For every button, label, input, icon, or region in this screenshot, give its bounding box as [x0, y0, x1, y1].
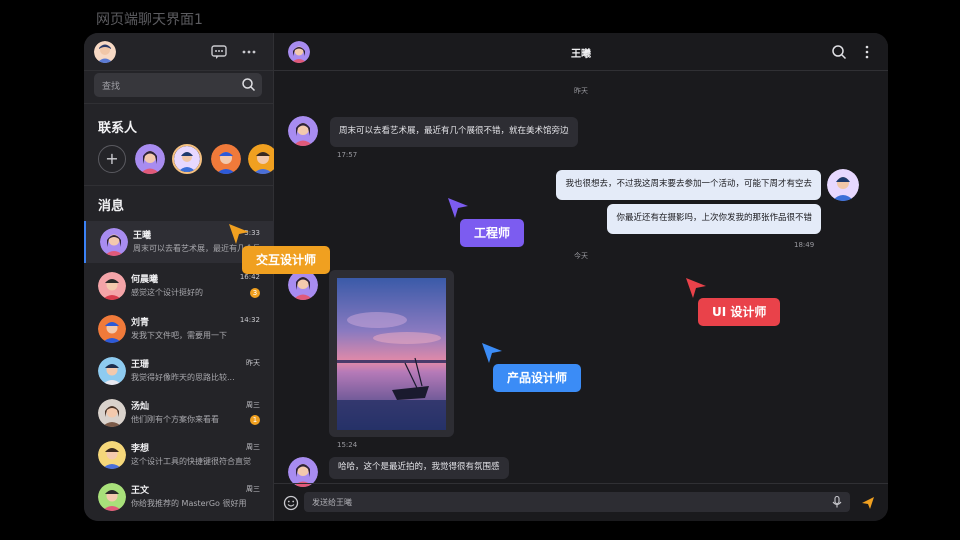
chat-header: 王曦 [274, 33, 888, 71]
date-divider: 今天 [574, 252, 588, 260]
more-vertical-icon[interactable] [858, 43, 876, 61]
microphone-icon[interactable] [830, 495, 844, 509]
unread-badge: 3 [250, 288, 260, 298]
conversation-time: 14:32 [239, 316, 260, 324]
messages-title: 消息 [98, 199, 125, 214]
photo-sunset-boat [337, 278, 446, 430]
conversation-preview: 你给我推荐的 MasterGo 很好用 [131, 499, 247, 508]
conversation-item[interactable]: 李想 这个设计工具的快捷键很符合直觉 周三 [84, 434, 274, 476]
tag-interaction-designer: 交互设计师 [242, 246, 331, 274]
contact-avatar[interactable] [172, 144, 202, 174]
message-input[interactable]: 发送给王曦 [304, 492, 850, 512]
conversation-time: 周三 [246, 485, 260, 493]
conversation-preview: 我觉得好像昨天的思路比较... [131, 373, 235, 382]
more-horizontal-icon[interactable] [240, 43, 258, 61]
avatar [98, 315, 126, 343]
add-contact-button[interactable]: + [98, 145, 126, 173]
chat-title: 王曦 [571, 49, 591, 60]
my-message-avatar[interactable] [827, 169, 859, 201]
conversation-name: 何晨曦 [131, 275, 159, 285]
conversation-preview: 他们刚有个方案你来看看 [131, 415, 219, 424]
conversation-name: 王文 [131, 486, 150, 496]
conversation-preview: 这个设计工具的快捷键很符合直觉 [131, 457, 251, 466]
avatar [98, 399, 126, 427]
contacts-title: 联系人 [98, 121, 138, 136]
emoji-icon[interactable] [282, 494, 300, 512]
sender-avatar[interactable] [288, 270, 318, 300]
page-title: 网页端聊天界面1 [96, 12, 203, 28]
image-message[interactable] [329, 270, 454, 437]
conversation-item[interactable]: 刘青 发我下文件吧，需要用一下 14:32 [84, 308, 274, 350]
conversation-time: 周三 [246, 443, 260, 451]
avatar [98, 272, 126, 300]
message-bubble[interactable]: 我也很想去，不过我这周末要去参加一个活动，可能下周才有空去 [556, 170, 821, 200]
avatar [98, 357, 126, 385]
message-time: 15:24 [337, 441, 358, 449]
contact-avatar[interactable] [211, 144, 241, 174]
message-bubble[interactable]: 你最近还有在摄影吗，上次你发我的那张作品很不错 [607, 204, 821, 234]
search-icon[interactable] [241, 77, 256, 92]
unread-badge: 1 [250, 415, 260, 425]
conversation-name: 刘青 [131, 318, 150, 328]
avatar [100, 228, 128, 256]
send-icon[interactable] [859, 494, 877, 512]
message-input-placeholder: 发送给王曦 [312, 498, 352, 507]
conversation-preview: 发我下文件吧，需要用一下 [131, 331, 227, 340]
my-avatar[interactable] [94, 41, 116, 63]
date-divider: 昨天 [574, 87, 588, 95]
conversation-time: 昨天 [246, 359, 260, 367]
avatar [98, 483, 126, 511]
chat-window: 查找 联系人 + 消息 王曦 周末可以去看艺术展，最近有几个展很不错 3:33 [84, 33, 888, 521]
chat-panel: 王曦 昨天 周末可以去看艺术展，最近有几个展很不错，就在美术馆旁边 17:57 … [274, 33, 888, 521]
conversation-name: 王珊 [131, 360, 150, 370]
divider [84, 185, 274, 186]
message-time: 17:57 [337, 151, 358, 159]
conversation-item[interactable]: 汤灿 他们刚有个方案你来看看 周三 1 [84, 392, 274, 434]
chat-bubble-icon[interactable] [210, 43, 228, 61]
conversation-name: 李想 [131, 444, 150, 454]
search-icon[interactable] [830, 43, 848, 61]
conversation-item[interactable]: 王珊 我觉得好像昨天的思路比较... 昨天 [84, 350, 274, 392]
conversation-name: 王曦 [133, 231, 152, 241]
divider [84, 103, 274, 104]
conversation-time: 16:42 [239, 273, 260, 281]
cursor-pointer-icon [448, 198, 468, 218]
cursor-pointer-icon [482, 343, 502, 363]
message-time: 18:49 [794, 241, 815, 249]
sidebar: 查找 联系人 + 消息 王曦 周末可以去看艺术展，最近有几个展很不错 3:33 [84, 33, 278, 521]
sender-avatar[interactable] [288, 116, 318, 146]
conversation-item[interactable]: 王文 你给我推荐的 MasterGo 很好用 周三 [84, 476, 274, 518]
tag-engineer: 工程师 [460, 219, 525, 247]
message-bubble[interactable]: 周末可以去看艺术展，最近有几个展很不错，就在美术馆旁边 [330, 117, 578, 147]
tag-ui-designer: UI 设计师 [698, 298, 781, 326]
conversation-name: 汤灿 [131, 402, 150, 412]
search-placeholder: 查找 [102, 82, 121, 92]
tag-product-designer: 产品设计师 [493, 364, 582, 392]
message-composer: 发送给王曦 [274, 483, 888, 521]
cursor-pointer-icon [229, 224, 249, 244]
message-bubble[interactable]: 哈哈，这个是最近拍的，我觉得很有氛围感 [329, 457, 509, 479]
conversation-preview: 感觉这个设计挺好的 [131, 288, 203, 297]
search-input[interactable]: 查找 [94, 73, 262, 97]
sidebar-header [84, 33, 274, 71]
contact-avatar[interactable] [135, 144, 165, 174]
avatar [98, 441, 126, 469]
conversation-time: 周三 [246, 401, 260, 409]
